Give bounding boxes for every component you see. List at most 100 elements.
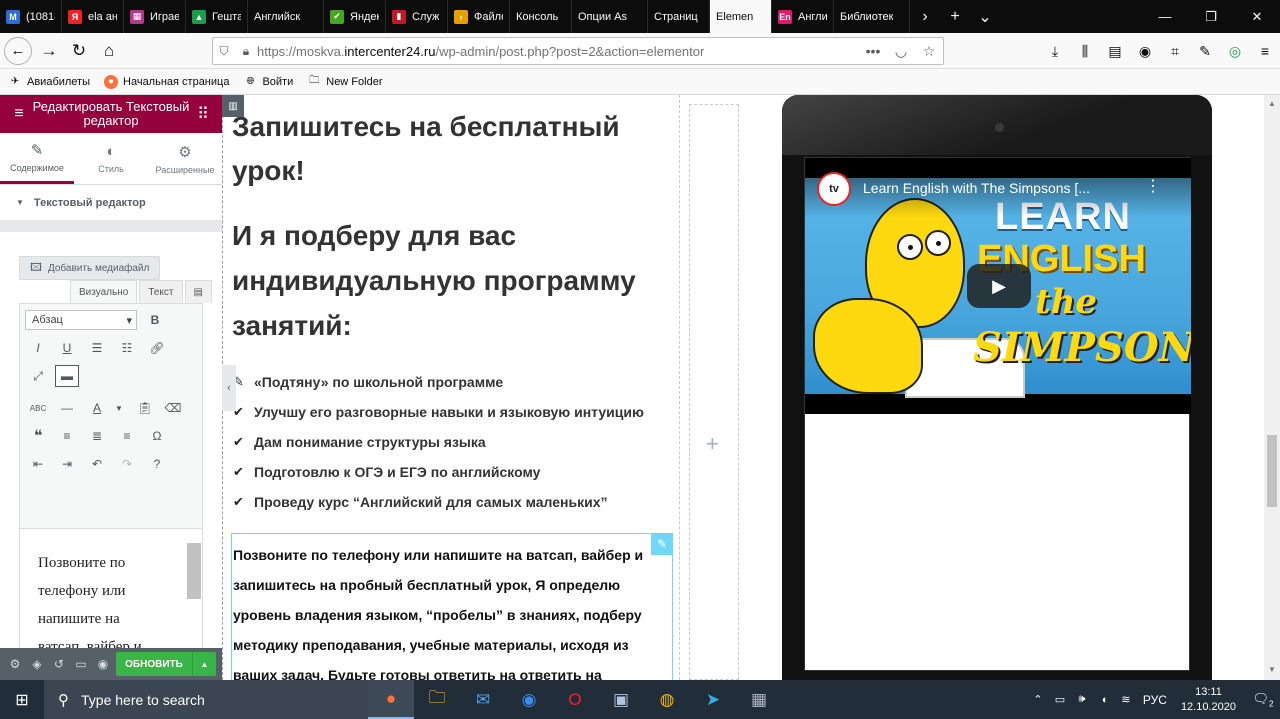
- start-button[interactable]: ⊞: [0, 680, 44, 719]
- browser-tab[interactable]: ✔ Яндек: [324, 0, 386, 33]
- library-icon[interactable]: ⫼: [1070, 36, 1100, 66]
- firefox-app[interactable]: ●: [368, 680, 414, 719]
- menu-icon[interactable]: ≡: [1250, 36, 1280, 66]
- benefits-list[interactable]: ✎ «Подтяну» по школьной программе ✔ Улучшу…: [233, 367, 644, 517]
- preview-eye-icon[interactable]: ◉: [92, 657, 114, 671]
- undo-icon[interactable]: ↶: [86, 453, 108, 475]
- add-media-button[interactable]: 🖾 Добавить медиафайл: [19, 256, 160, 280]
- page-scrollbar[interactable]: ▲ ▼: [1264, 95, 1280, 680]
- mail-app[interactable]: ✉: [460, 680, 506, 719]
- play-button[interactable]: ▶: [967, 264, 1031, 308]
- home-button[interactable]: ⌂: [94, 36, 124, 66]
- edit-pencil-icon[interactable]: ✎: [651, 533, 673, 555]
- tab-scroll-right-button[interactable]: ›: [910, 0, 940, 33]
- new-tab-button[interactable]: +: [940, 0, 970, 33]
- page-subheading[interactable]: И я подберу для вас индивидуальную прогр…: [232, 213, 672, 348]
- browser-tab[interactable]: Консоль: [510, 0, 572, 33]
- format-select[interactable]: Абзац ▾: [25, 310, 137, 330]
- clock[interactable]: 13:11 12.10.2020: [1181, 685, 1236, 715]
- editor-scrollbar[interactable]: [187, 543, 201, 599]
- save-options-button[interactable]: ▲: [192, 652, 216, 676]
- widgets-grid-icon[interactable]: ⠿: [194, 104, 212, 124]
- minimize-button[interactable]: —: [1142, 0, 1188, 33]
- firefox-dev-app[interactable]: ◉: [506, 680, 552, 719]
- column-handle-icon[interactable]: ▥: [222, 95, 244, 117]
- section-toggle[interactable]: ▼ Текстовый редактор: [0, 185, 222, 221]
- underline-icon[interactable]: U: [56, 337, 78, 359]
- volume-icon[interactable]: ◖: [1093, 694, 1115, 706]
- collapse-panel-icon[interactable]: ‹: [222, 365, 236, 411]
- channel-logo[interactable]: tv: [817, 172, 851, 206]
- notification-icon[interactable]: 🗨︎2: [1246, 691, 1280, 709]
- align-center-icon[interactable]: ≣: [86, 425, 108, 447]
- tab-style[interactable]: ◐ Стиль: [74, 133, 148, 184]
- quote-icon[interactable]: ❝: [27, 425, 49, 447]
- browser-tab[interactable]: ▦ Играе: [124, 0, 186, 33]
- menu-icon[interactable]: ≡: [10, 105, 28, 123]
- calculator-app[interactable]: ▦: [736, 680, 782, 719]
- back-button[interactable]: ←: [4, 36, 32, 65]
- address-bar[interactable]: ⛉ 🔒︎ https://moskva.intercenter24.ru/wp-…: [212, 37, 944, 65]
- bookmark-item[interactable]: ● Начальная страница: [104, 74, 229, 89]
- tab-content[interactable]: ✎ Содержимое: [0, 133, 74, 184]
- navigator-icon[interactable]: ◈: [26, 657, 48, 671]
- color-dropdown-icon[interactable]: ▼: [108, 397, 130, 419]
- maximize-button[interactable]: ❐: [1188, 0, 1234, 33]
- bookmark-star-icon[interactable]: ☆: [915, 43, 943, 60]
- wifi-icon[interactable]: ≋: [1115, 693, 1137, 706]
- browser-tab[interactable]: Опции As: [572, 0, 648, 33]
- screenshot-icon[interactable]: ⌗: [1160, 36, 1190, 66]
- tab-advanced[interactable]: ⚙ Расширенные: [148, 133, 222, 184]
- account-icon[interactable]: ◉: [1130, 36, 1160, 66]
- downloads-icon[interactable]: ⤓: [1040, 36, 1070, 66]
- horizontal-line-icon[interactable]: —: [56, 397, 78, 419]
- chrome-app[interactable]: ◍: [644, 680, 690, 719]
- extension-icon[interactable]: ◎: [1220, 36, 1250, 66]
- language-indicator[interactable]: РУС: [1143, 693, 1167, 707]
- bold-icon[interactable]: B: [144, 309, 166, 331]
- history-icon[interactable]: ↺: [48, 657, 70, 671]
- close-window-button[interactable]: ✕: [1234, 0, 1280, 33]
- tab-list-button[interactable]: ⌄: [970, 0, 1000, 33]
- browser-tab[interactable]: M (10818: [0, 0, 62, 33]
- special-character-icon[interactable]: Ω: [146, 425, 168, 447]
- scroll-down-icon[interactable]: ▼: [1268, 665, 1276, 674]
- youtube-video[interactable]: LEARN ENGLISH the SIMPSONS tv Learn Engl…: [805, 158, 1191, 414]
- browser-tab[interactable]: Яela анг: [62, 0, 124, 33]
- network-app[interactable]: ▣: [598, 680, 644, 719]
- browser-tab[interactable]: Страниц: [648, 0, 710, 33]
- telegram-app[interactable]: ➤: [690, 680, 736, 719]
- indent-icon[interactable]: ⇥: [56, 453, 78, 475]
- taskbar-search[interactable]: ⚲ Type here to search: [44, 680, 368, 719]
- outdent-icon[interactable]: ⇤: [27, 453, 49, 475]
- text-color-icon[interactable]: A: [86, 397, 108, 419]
- browser-tab[interactable]: Elemen: [710, 0, 772, 33]
- browser-tab[interactable]: Английск: [248, 0, 324, 33]
- responsive-icon[interactable]: ▭: [70, 657, 92, 671]
- paste-text-icon[interactable]: 📋︎: [134, 397, 156, 419]
- speaker-icon[interactable]: 🕪︎: [1071, 693, 1093, 706]
- redo-icon[interactable]: ↷: [116, 453, 138, 475]
- file-explorer-app[interactable]: 🗀: [414, 680, 460, 719]
- align-right-icon[interactable]: ≡: [116, 425, 138, 447]
- eyedropper-icon[interactable]: ✎: [1190, 36, 1220, 66]
- italic-icon[interactable]: I: [27, 337, 49, 359]
- browser-tab[interactable]: ▲ Гешта: [186, 0, 248, 33]
- url-text[interactable]: https://moskva.intercenter24.ru/wp-admin…: [257, 44, 859, 59]
- browser-tab[interactable]: ▮ Служ: [386, 0, 448, 33]
- toolbar-toggle-icon[interactable]: ▤: [184, 280, 212, 303]
- help-icon[interactable]: ?: [146, 453, 168, 475]
- tab-visual[interactable]: Визуально: [70, 280, 138, 303]
- bookmark-item[interactable]: 🌐︎ Войти: [243, 75, 293, 89]
- update-button[interactable]: ОБНОВИТЬ: [116, 652, 192, 676]
- settings-icon[interactable]: ⚙: [4, 657, 26, 671]
- scrollbar-thumb[interactable]: [1267, 435, 1277, 507]
- browser-tab[interactable]: Библиотек: [834, 0, 910, 33]
- bullet-list-icon[interactable]: ☰: [86, 337, 108, 359]
- add-element-icon[interactable]: +: [706, 431, 719, 457]
- scroll-up-icon[interactable]: ▲: [1268, 99, 1276, 108]
- lock-icon[interactable]: 🔒︎: [235, 44, 257, 59]
- forward-button[interactable]: →: [34, 36, 64, 66]
- numbered-list-icon[interactable]: ☷: [116, 337, 138, 359]
- link-icon[interactable]: 🔗︎: [146, 337, 168, 359]
